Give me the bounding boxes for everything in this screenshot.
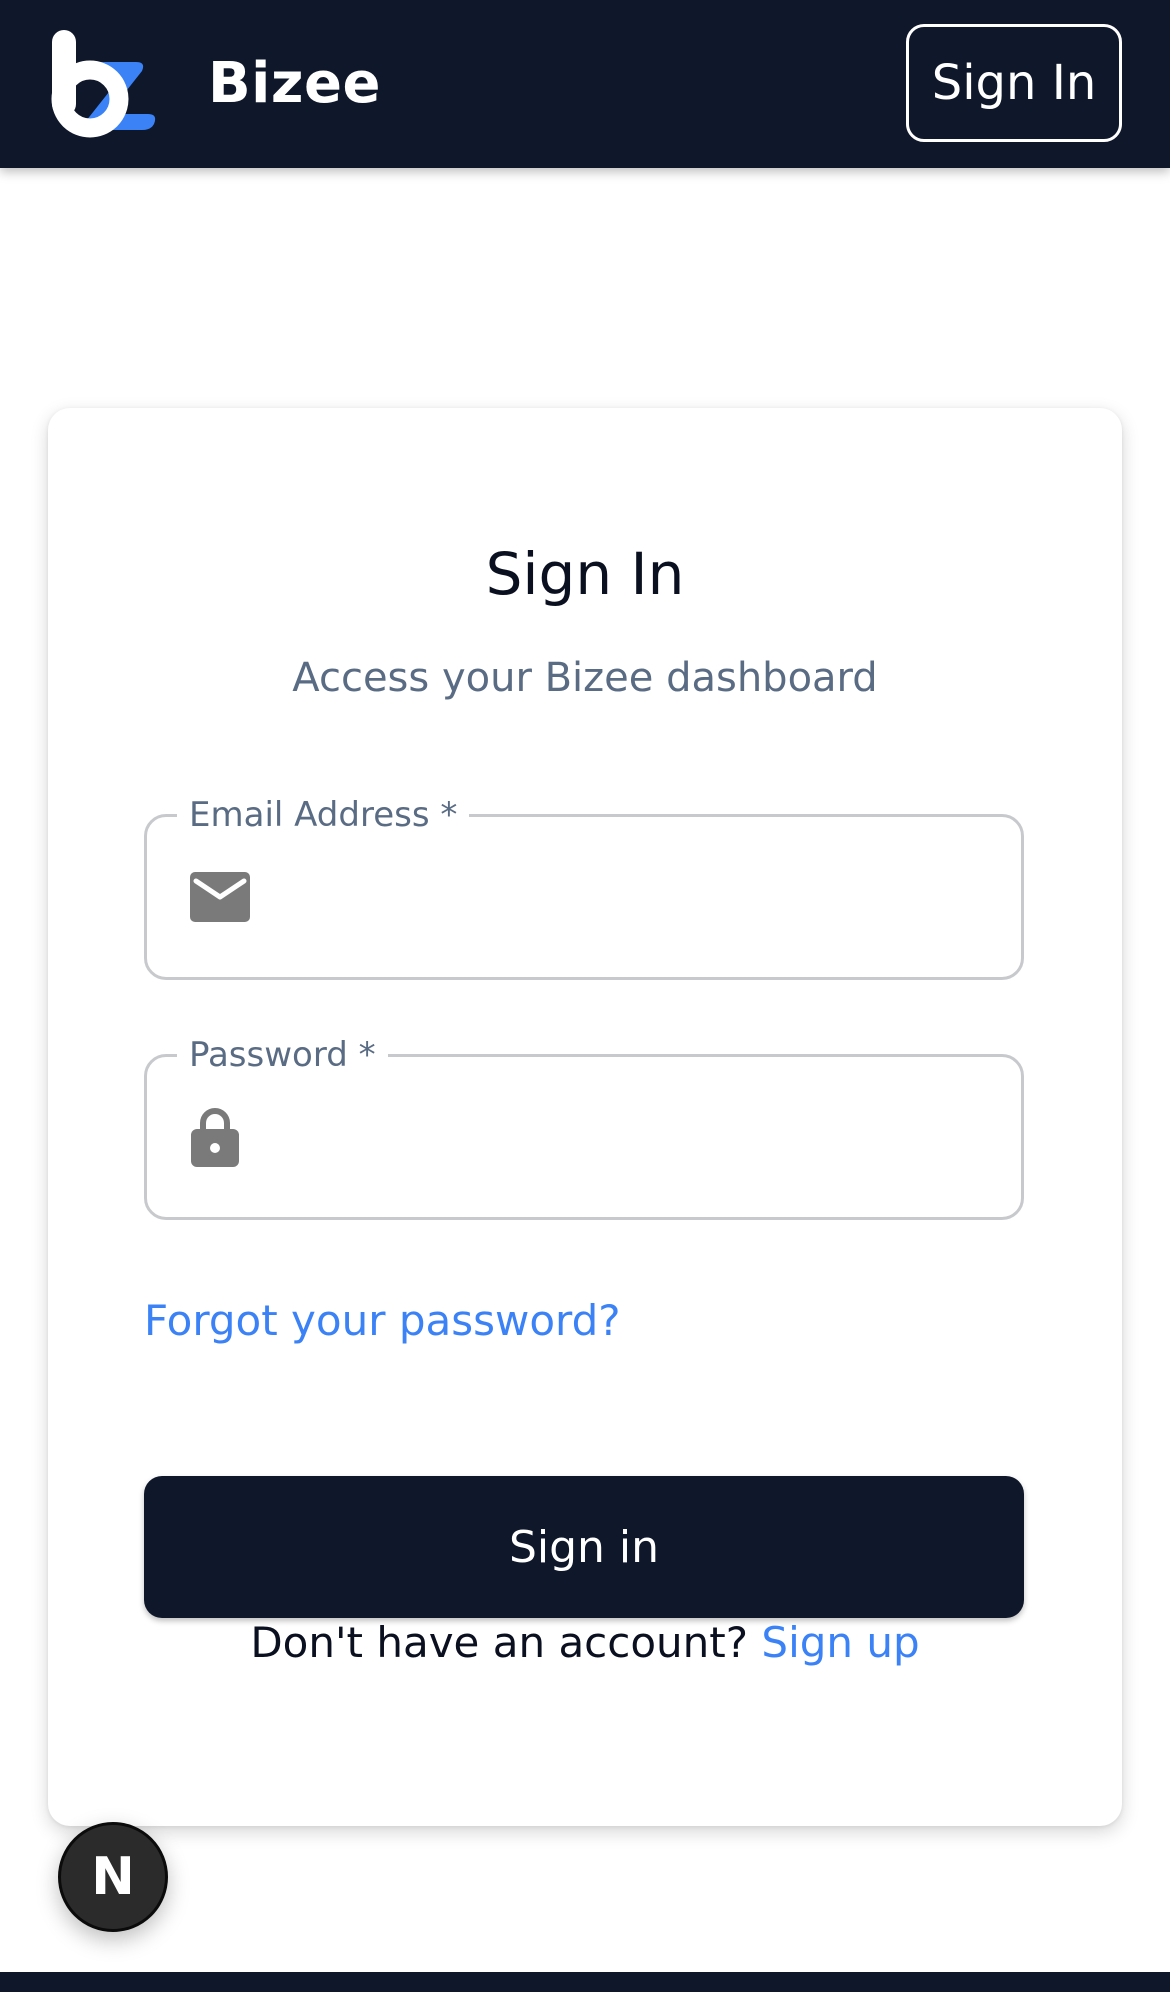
- email-field[interactable]: Email Address *: [144, 795, 1024, 980]
- brand[interactable]: Bizee: [48, 28, 381, 140]
- password-field-label: Password *: [177, 1035, 388, 1075]
- header-sign-in-button[interactable]: Sign In: [906, 24, 1122, 142]
- top-navigation-bar: Bizee Sign In: [0, 0, 1170, 168]
- password-input[interactable]: [267, 1087, 991, 1187]
- email-input[interactable]: [267, 847, 991, 947]
- bottom-strip: [0, 1972, 1170, 1992]
- mail-icon: [190, 872, 250, 922]
- page-title: Sign In: [485, 539, 685, 608]
- dev-badge-button[interactable]: N: [58, 1822, 168, 1932]
- bizee-logo-icon: [51, 30, 156, 138]
- sign-in-submit-button[interactable]: Sign in: [144, 1476, 1024, 1618]
- sign-up-prompt: Don't have an account? Sign up: [48, 1622, 1122, 1664]
- page-subtitle: Access your Bizee dashboard: [292, 655, 878, 701]
- password-field[interactable]: Password *: [144, 1035, 1024, 1220]
- lock-icon: [191, 1108, 239, 1167]
- brand-name: Bizee: [208, 51, 381, 116]
- email-field-label: Email Address *: [177, 795, 470, 835]
- sign-in-card: Sign In Access your Bizee dashboard Emai…: [48, 408, 1122, 1826]
- dev-badge-label: N: [91, 1847, 135, 1907]
- forgot-password-link[interactable]: Forgot your password?: [144, 1300, 621, 1342]
- sign-up-prompt-text: Don't have an account?: [250, 1618, 749, 1667]
- sign-up-link[interactable]: Sign up: [761, 1618, 919, 1667]
